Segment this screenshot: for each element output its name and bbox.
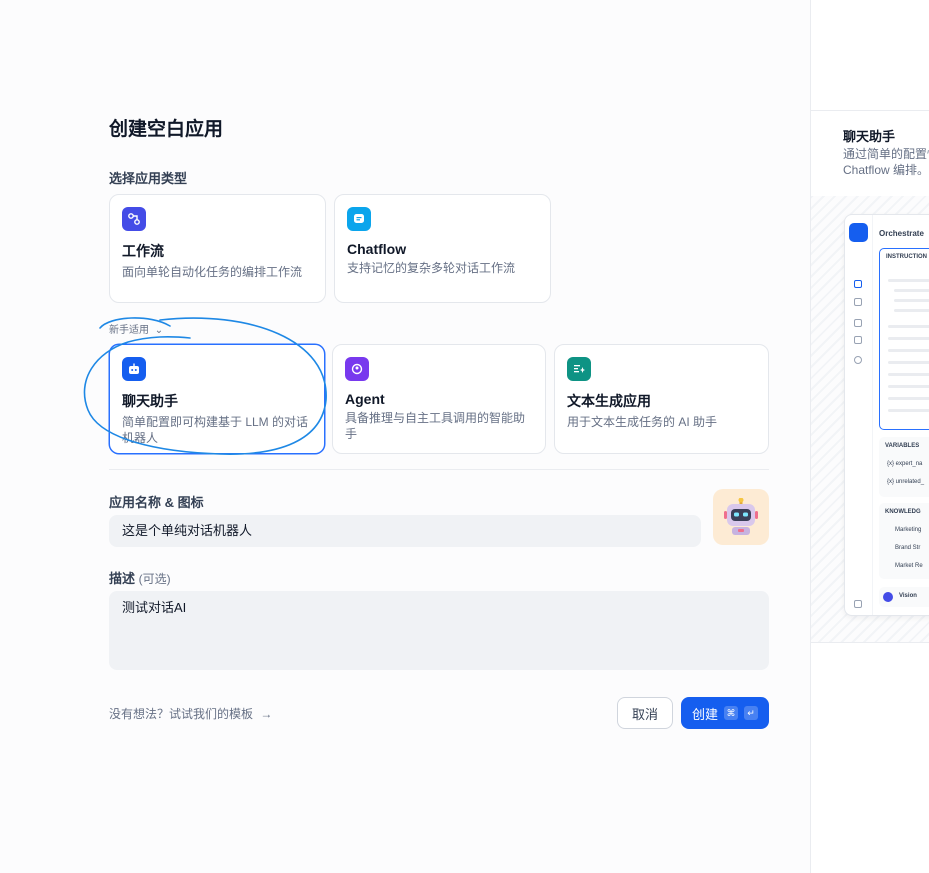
- preview-title: 聊天助手: [843, 129, 896, 144]
- preview-variable: {x} unrelated_: [887, 479, 925, 485]
- placeholder-line: [888, 349, 929, 352]
- description-label: 描述 (可选): [109, 571, 171, 586]
- file-icon: [854, 319, 862, 327]
- app-type-text-generation-card[interactable]: 文本生成应用 用于文本生成任务的 AI 助手: [554, 344, 769, 454]
- panel-icon: [854, 600, 862, 608]
- placeholder-line: [888, 397, 929, 400]
- create-app-panel: 创建空白应用 选择应用类型 工作流 面向单轮自动化任务的编排工作流 Chatfl…: [0, 0, 810, 873]
- chatbot-icon: [849, 223, 868, 242]
- template-link[interactable]: 没有想法？试试我们的模板 →: [109, 705, 272, 722]
- preview-variables-section: VARIABLES {x} expert_na {x} unrelated_: [879, 437, 929, 497]
- card-title: 聊天助手: [122, 393, 178, 409]
- preview-knowledge-label: KNOWLEDG: [885, 509, 921, 515]
- preview-sidebar: [845, 215, 873, 615]
- placeholder-line: [888, 361, 929, 364]
- agent-icon: [345, 357, 369, 381]
- page-title: 创建空白应用: [109, 119, 224, 140]
- app-type-chatbot-card[interactable]: 聊天助手 简单配置即可构建基于 LLM 的对话机器人: [109, 344, 325, 454]
- enter-key-icon: ↵: [744, 706, 758, 720]
- app-type-workflow-card[interactable]: 工作流 面向单轮自动化任务的编排工作流: [109, 194, 326, 303]
- card-title: Chatflow: [347, 241, 407, 257]
- text-generation-icon: [567, 357, 591, 381]
- preview-instruction-box: INSTRUCTION: [879, 248, 929, 430]
- workflow-icon: [122, 207, 146, 231]
- card-desc: 简单配置即可构建基于 LLM 的对话机器人: [122, 415, 309, 445]
- placeholder-line: [888, 325, 929, 328]
- placeholder-line: [894, 309, 929, 312]
- eye-icon: [883, 592, 893, 602]
- placeholder-line: [888, 337, 929, 340]
- app-name-input[interactable]: 这是个单纯对话机器人: [109, 515, 701, 547]
- divider: [811, 110, 929, 111]
- smile-icon: [854, 356, 862, 364]
- card-title: 文本生成应用: [567, 393, 651, 409]
- preview-variables-label: VARIABLES: [885, 443, 920, 449]
- preview-variable: {x} expert_na: [887, 461, 923, 467]
- preview-instruction-label: INSTRUCTION: [886, 254, 927, 260]
- app-type-label: 选择应用类型: [109, 171, 188, 186]
- optional-hint: (可选): [138, 572, 171, 586]
- beginner-label: 新手适用 ⌄: [109, 325, 164, 336]
- card-title: 工作流: [122, 243, 164, 259]
- cancel-button[interactable]: 取消: [617, 697, 673, 729]
- placeholder-line: [888, 409, 929, 412]
- chatflow-icon: [347, 207, 371, 231]
- cmd-key-icon: ⌘: [724, 706, 738, 720]
- preview-vision-section: Vision: [879, 587, 929, 607]
- description-textarea[interactable]: 测试对话AI: [109, 591, 769, 670]
- layout-icon: [854, 280, 862, 288]
- card-desc: 具备推理与自主工具调用的智能助手: [345, 411, 526, 441]
- chevron-down-icon: ⌄: [154, 325, 164, 336]
- preview-dataset: Brand Str: [895, 545, 921, 551]
- card-desc: 支持记忆的复杂多轮对话工作流: [347, 261, 516, 275]
- divider: [811, 642, 929, 643]
- divider: [109, 469, 769, 470]
- create-button[interactable]: 创建 ⌘ ↵: [681, 697, 769, 729]
- preview-header: Orchestrate: [879, 229, 924, 238]
- preview-app-mockup: Orchestrate INSTRUCTION VARIABLES {x} ex…: [844, 214, 929, 616]
- preview-knowledge-section: KNOWLEDG Marketing Brand Str Market Re: [879, 503, 929, 579]
- app-icon-picker[interactable]: [713, 489, 769, 545]
- app-type-agent-card[interactable]: Agent 具备推理与自主工具调用的智能助手: [332, 344, 546, 454]
- placeholder-line: [888, 373, 929, 376]
- chatbot-icon: [122, 357, 146, 381]
- app-name-label: 应用名称 & 图标: [109, 495, 204, 510]
- placeholder-line: [888, 385, 929, 388]
- preview-vision-label: Vision: [899, 593, 917, 599]
- refresh-icon: [854, 336, 862, 344]
- preview-dataset: Market Re: [895, 563, 923, 569]
- preview-panel: 聊天助手 通过简单的配置快 Chatflow 编排。 Orchestrate I…: [810, 0, 929, 873]
- card-title: Agent: [345, 391, 385, 407]
- placeholder-line: [894, 299, 929, 302]
- robot-emoji-icon: [724, 498, 758, 535]
- placeholder-line: [888, 279, 929, 282]
- arrow-right-icon: →: [260, 707, 273, 721]
- card-desc: 面向单轮自动化任务的编排工作流: [122, 265, 303, 279]
- terminal-icon: [854, 298, 862, 306]
- preview-dataset: Marketing: [895, 527, 922, 533]
- preview-desc: 通过简单的配置快 Chatflow 编排。: [843, 147, 929, 177]
- app-type-chatflow-card[interactable]: Chatflow 支持记忆的复杂多轮对话工作流: [334, 194, 551, 303]
- placeholder-line: [894, 289, 929, 292]
- card-desc: 用于文本生成任务的 AI 助手: [567, 415, 718, 429]
